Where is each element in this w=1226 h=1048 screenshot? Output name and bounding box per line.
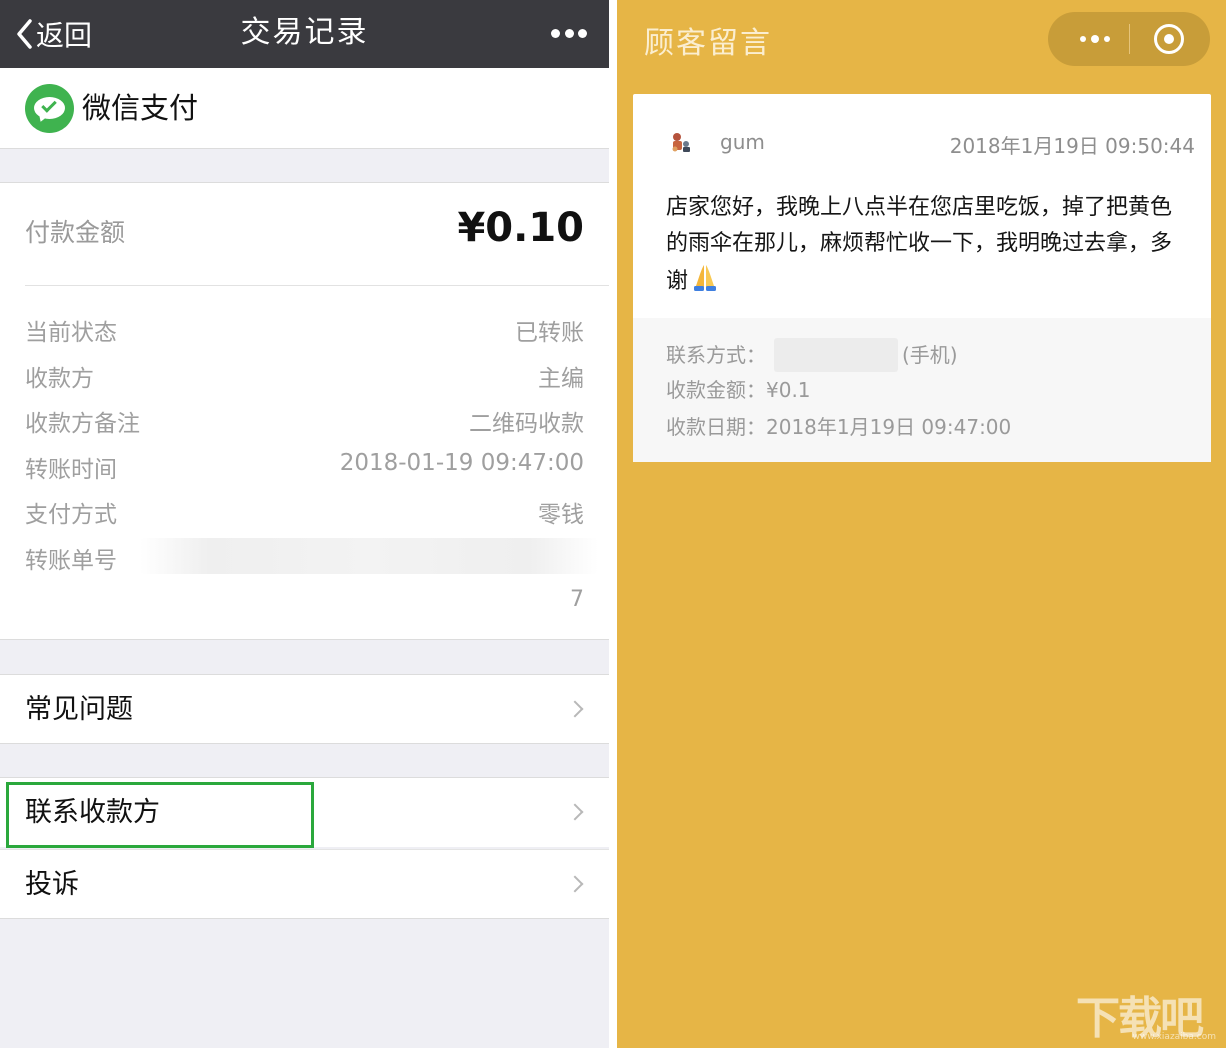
redacted-phone-number — [774, 338, 898, 372]
detail-key: 收款方备注 — [25, 411, 140, 437]
detail-row-payee: 收款方 主编 — [25, 359, 584, 393]
detail-row-payment-method: 支付方式 零钱 — [25, 495, 584, 529]
praying-hands-icon — [694, 265, 717, 291]
detail-key: 转账单号 — [25, 548, 117, 574]
amount-label: 付款金额 — [25, 218, 126, 247]
divider — [25, 285, 609, 286]
highlight-box — [6, 782, 314, 848]
message-body: 店家您好，我晚上八点半在您店里吃饭，掉了把黄色的雨伞在那儿，麻烦帮忙收一下，我明… — [666, 190, 1186, 300]
customer-message-screen: 顾客留言 gum 2018年1月19日 09:50:44 店家您好，我晚上八点半… — [617, 0, 1226, 1048]
detail-value: 主编 — [538, 366, 584, 392]
detail-value: 二维码收款 — [469, 411, 584, 437]
faq-cell[interactable]: 常见问题 — [0, 674, 609, 744]
chevron-right-icon — [566, 700, 584, 718]
detail-value: 零钱 — [538, 502, 584, 528]
transaction-record-screen: 返回 交易记录 微信支付 付款金额 ¥0.10 当前状态 已转账 收款方 主编 … — [0, 0, 609, 1048]
amount-info-row: 收款金额：¥0.1 — [666, 378, 811, 402]
contact-label: 联系方式： — [666, 343, 766, 367]
detail-key: 支付方式 — [25, 502, 117, 528]
merchant-header: 微信支付 — [0, 68, 609, 149]
amount-value: ¥0.10 — [457, 205, 584, 251]
watermark-logo: 下载吧 www.xiazaiba.com — [1076, 982, 1216, 1044]
message-card: gum 2018年1月19日 09:50:44 店家您好，我晚上八点半在您店里吃… — [633, 94, 1211, 462]
detail-key: 当前状态 — [25, 320, 117, 346]
watermark-url: www.xiazaiba.com — [1132, 1032, 1216, 1042]
avatar — [672, 133, 690, 152]
close-mini-program-icon[interactable] — [1154, 24, 1184, 54]
payment-info-panel: 联系方式： (手机) 收款金额：¥0.1 收款日期：2018年1月19日 09:4… — [633, 318, 1211, 462]
detail-row-transfer-time: 转账时间 2018-01-19 09:47:00 — [25, 450, 584, 484]
detail-row-status: 当前状态 已转账 — [25, 313, 584, 347]
faq-label: 常见问题 — [25, 694, 133, 725]
detail-key: 收款方 — [25, 366, 94, 392]
page-title: 交易记录 — [240, 15, 369, 50]
detail-row-payee-note: 收款方备注 二维码收款 — [25, 404, 584, 438]
more-icon[interactable] — [1068, 12, 1122, 66]
contact-suffix: (手机) — [902, 343, 958, 367]
page-title: 顾客留言 — [644, 26, 772, 61]
wechat-pay-logo-icon — [25, 84, 74, 133]
date-info-row: 收款日期：2018年1月19日 09:47:00 — [666, 415, 1012, 439]
merchant-name: 微信支付 — [82, 91, 199, 125]
divider — [1129, 24, 1130, 54]
complain-label: 投诉 — [25, 869, 79, 900]
message-timestamp: 2018年1月19日 09:50:44 — [949, 134, 1195, 158]
message-text: 店家您好，我晚上八点半在您店里吃饭，掉了把黄色的雨伞在那儿，麻烦帮忙收一下，我明… — [666, 195, 1173, 294]
chevron-right-icon — [566, 803, 584, 821]
message-username: gum — [720, 130, 765, 154]
detail-key: 转账时间 — [25, 457, 117, 483]
complain-cell[interactable]: 投诉 — [0, 849, 609, 919]
serial-number-tail: 7 — [570, 587, 584, 612]
transaction-detail-card: 付款金额 ¥0.10 当前状态 已转账 收款方 主编 收款方备注 二维码收款 转… — [0, 182, 609, 640]
mini-program-capsule — [1048, 12, 1210, 66]
contact-payee-cell[interactable]: 联系收款方 — [0, 777, 609, 848]
contact-info-row: 联系方式： (手机) — [666, 338, 958, 372]
detail-value: 已转账 — [515, 320, 584, 346]
detail-value: 2018-01-19 09:47:00 — [339, 450, 584, 476]
more-icon[interactable] — [551, 26, 587, 40]
nav-bar: 返回 交易记录 — [0, 0, 609, 68]
redacted-serial-number — [140, 538, 598, 574]
chevron-right-icon — [566, 875, 584, 893]
